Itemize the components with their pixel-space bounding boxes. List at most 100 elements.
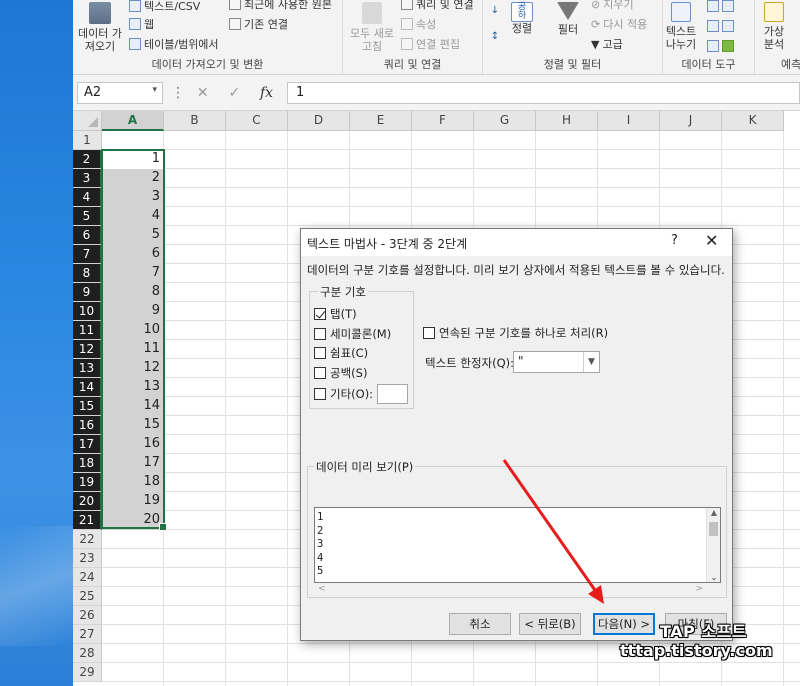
text-qualifier-select[interactable]: " ▼	[513, 351, 600, 373]
row-header-21[interactable]: 21	[73, 511, 102, 530]
row-header-1[interactable]: 1	[73, 131, 102, 150]
edit-links-button[interactable]: 연결 편집	[401, 36, 460, 52]
column-header-g[interactable]: G	[474, 111, 536, 131]
formula-input[interactable]: 1	[287, 82, 800, 104]
row-header-12[interactable]: 12	[73, 340, 102, 359]
cell-a14[interactable]: 13	[102, 378, 164, 397]
clear-button[interactable]: ⊘ 지우기	[591, 0, 634, 12]
cell-a21[interactable]: 20	[102, 511, 164, 530]
sort-dialog-button[interactable]: 공 하 정렬	[509, 2, 535, 35]
refresh-all-button[interactable]: 모두 새로 고침	[347, 2, 397, 53]
cell-a4[interactable]: 3	[102, 188, 164, 207]
column-header-c[interactable]: C	[226, 111, 288, 131]
chevron-down-icon[interactable]: ▾	[152, 85, 157, 95]
cell-a18[interactable]: 17	[102, 454, 164, 473]
row-header-27[interactable]: 27	[73, 625, 102, 644]
cell-a16[interactable]: 15	[102, 416, 164, 435]
more-options-icon[interactable]: ⋮	[171, 85, 185, 101]
cell-a19[interactable]: 18	[102, 473, 164, 492]
cell-a13[interactable]: 12	[102, 359, 164, 378]
table-range-button[interactable]: 테이블/범위에서	[129, 36, 219, 52]
cell-a8[interactable]: 7	[102, 264, 164, 283]
recent-sources-button[interactable]: 최근에 사용한 원본	[229, 0, 332, 12]
column-header-j[interactable]: J	[660, 111, 722, 131]
row-header-10[interactable]: 10	[73, 302, 102, 321]
row-header-20[interactable]: 20	[73, 492, 102, 511]
next-button[interactable]: 다음(N) >	[593, 613, 655, 635]
column-header-a[interactable]: A	[102, 111, 164, 131]
delimiter-tab-checkbox[interactable]: 탭(T)	[314, 306, 357, 322]
row-header-28[interactable]: 28	[73, 644, 102, 663]
cell-a7[interactable]: 6	[102, 245, 164, 264]
delimiter-semicolon-checkbox[interactable]: 세미콜론(M)	[314, 326, 391, 342]
row-header-16[interactable]: 16	[73, 416, 102, 435]
insert-function-icon[interactable]: fx	[260, 85, 273, 101]
properties-button[interactable]: 속성	[401, 16, 436, 32]
web-button[interactable]: 웹	[129, 16, 154, 32]
column-header-d[interactable]: D	[288, 111, 350, 131]
row-header-22[interactable]: 22	[73, 530, 102, 549]
cancel-button[interactable]: 취소	[449, 613, 511, 635]
queries-connections-button[interactable]: 쿼리 및 연결	[401, 0, 474, 12]
scroll-left-icon[interactable]: <	[318, 584, 326, 594]
row-header-25[interactable]: 25	[73, 587, 102, 606]
get-data-button[interactable]: 데이터 가 져오기	[75, 2, 125, 53]
cell-a10[interactable]: 9	[102, 302, 164, 321]
row-header-15[interactable]: 15	[73, 397, 102, 416]
existing-connections-button[interactable]: 기존 연결	[229, 16, 288, 32]
row-header-9[interactable]: 9	[73, 283, 102, 302]
row-header-4[interactable]: 4	[73, 188, 102, 207]
row-header-8[interactable]: 8	[73, 264, 102, 283]
back-button[interactable]: < 뒤로(B)	[519, 613, 581, 635]
cell-a2[interactable]: 1	[102, 150, 164, 169]
consecutive-delimiters-checkbox[interactable]: 연속된 구분 기호를 하나로 처리(R)	[423, 325, 608, 341]
cell-a17[interactable]: 16	[102, 435, 164, 454]
row-header-23[interactable]: 23	[73, 549, 102, 568]
text-to-columns-button[interactable]: 텍스트 나누기	[663, 2, 699, 51]
close-icon[interactable]: ✕	[705, 231, 718, 250]
column-header-e[interactable]: E	[350, 111, 412, 131]
cell-a6[interactable]: 5	[102, 226, 164, 245]
help-icon[interactable]: ?	[671, 233, 678, 248]
cell-a3[interactable]: 2	[102, 169, 164, 188]
delimiter-comma-checkbox[interactable]: 쉼표(C)	[314, 345, 368, 361]
select-all-corner[interactable]	[73, 111, 102, 131]
row-header-17[interactable]: 17	[73, 435, 102, 454]
row-header-18[interactable]: 18	[73, 454, 102, 473]
row-header-7[interactable]: 7	[73, 245, 102, 264]
row-header-6[interactable]: 6	[73, 226, 102, 245]
other-delimiter-input[interactable]	[377, 384, 408, 404]
preview-vertical-scrollbar[interactable]: ▲ ⌄	[706, 508, 720, 582]
row-header-26[interactable]: 26	[73, 606, 102, 625]
row-header-11[interactable]: 11	[73, 321, 102, 340]
filter-button[interactable]: 필터	[553, 2, 583, 36]
column-header-f[interactable]: F	[412, 111, 474, 131]
row-header-14[interactable]: 14	[73, 378, 102, 397]
name-box[interactable]: A2 ▾	[77, 82, 163, 104]
enter-icon[interactable]: ✓	[228, 85, 240, 101]
reapply-button[interactable]: ⟳ 다시 적용	[591, 16, 647, 32]
preview-horizontal-scrollbar[interactable]: < >	[314, 584, 721, 597]
sort-az-icon[interactable]: ↓ ↕	[487, 4, 503, 43]
column-header-k[interactable]: K	[722, 111, 784, 131]
cancel-icon[interactable]: ✕	[197, 85, 209, 101]
row-header-13[interactable]: 13	[73, 359, 102, 378]
data-preview-box[interactable]: 12345 ▲ ⌄	[314, 507, 721, 583]
column-header-b[interactable]: B	[164, 111, 226, 131]
what-if-button[interactable]: 가상 분석	[757, 2, 791, 51]
cell-a5[interactable]: 4	[102, 207, 164, 226]
row-header-3[interactable]: 3	[73, 169, 102, 188]
text-csv-button[interactable]: 텍스트/CSV	[129, 0, 200, 14]
cell-a12[interactable]: 11	[102, 340, 164, 359]
cell-a9[interactable]: 8	[102, 283, 164, 302]
row-header-29[interactable]: 29	[73, 663, 102, 682]
flash-fill-icon[interactable]	[707, 0, 734, 12]
row-header-24[interactable]: 24	[73, 568, 102, 587]
scroll-right-icon[interactable]: >	[695, 584, 703, 594]
cell-a20[interactable]: 19	[102, 492, 164, 511]
cell-a15[interactable]: 14	[102, 397, 164, 416]
data-validation-icon[interactable]	[707, 20, 734, 32]
scroll-thumb[interactable]	[709, 522, 718, 536]
delimiter-space-checkbox[interactable]: 공백(S)	[314, 365, 367, 381]
column-header-h[interactable]: H	[536, 111, 598, 131]
